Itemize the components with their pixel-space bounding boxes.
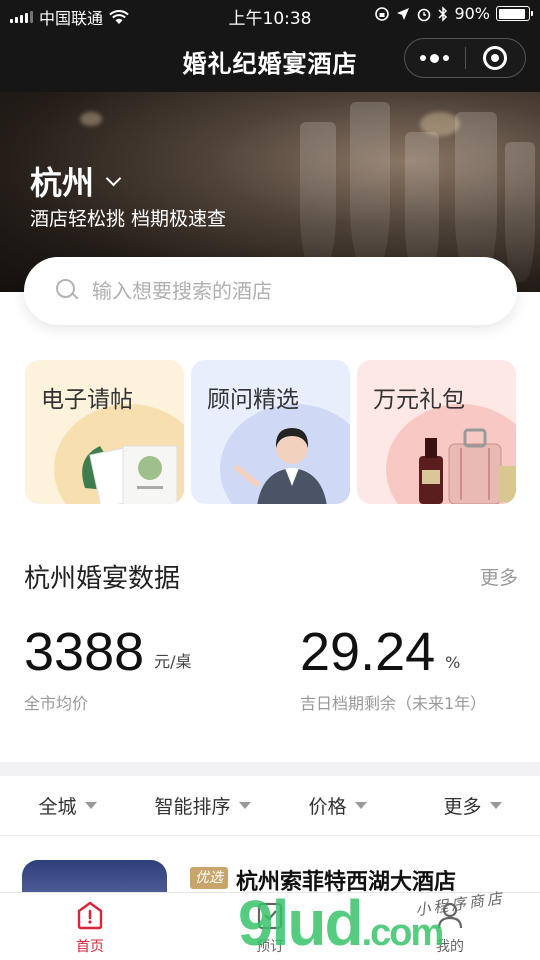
card-consultant[interactable]: 顾问精选 — [191, 360, 350, 504]
watermark-logo: 9lud.com — [238, 887, 444, 959]
invitation-cards-illustration — [82, 445, 178, 504]
filter-area[interactable]: 全城 — [0, 776, 135, 835]
location-icon — [397, 7, 410, 20]
filter-label: 更多 — [443, 796, 482, 818]
feature-cards: 电子请帖 顾问精选 万元礼包 — [25, 360, 516, 504]
more-dots-icon — [420, 53, 450, 63]
city-selector[interactable]: 杭州 — [30, 158, 122, 204]
section-divider — [0, 762, 540, 776]
search-input[interactable] — [92, 279, 472, 303]
consultant-illustration — [234, 428, 327, 504]
tab-home[interactable]: 首页 — [0, 893, 180, 960]
featured-badge: 优选 — [190, 867, 228, 889]
filter-price[interactable]: 价格 — [270, 776, 405, 835]
filter-sort[interactable]: 智能排序 — [135, 776, 270, 835]
hotel-thumbnail — [22, 860, 167, 896]
more-menu-button[interactable] — [405, 39, 465, 77]
stat-remaining-dates: 29.24 % 吉日档期剩余（未来1年） — [300, 622, 486, 714]
stat-value: 3388 — [24, 622, 145, 682]
mini-program-capsule — [404, 38, 526, 78]
search-icon — [56, 279, 80, 303]
search-box[interactable] — [24, 257, 517, 325]
status-bar: 中国联通 上午10:38 90% — [0, 0, 540, 30]
card-e-invitation[interactable]: 电子请帖 — [25, 360, 184, 504]
alarm-icon — [418, 8, 431, 21]
home-icon — [77, 901, 103, 929]
stat-unit: % — [445, 653, 461, 672]
filter-more[interactable]: 更多 — [405, 776, 540, 835]
lock-rotation-icon — [375, 6, 390, 21]
gift-suitcase-illustration — [419, 428, 516, 504]
close-mini-program-button[interactable] — [466, 39, 526, 77]
nav-bar: 婚礼纪婚宴酒店 — [0, 30, 540, 92]
filter-label: 智能排序 — [154, 796, 231, 818]
stats-more-link[interactable]: 更多 — [480, 563, 518, 590]
caret-down-icon — [238, 802, 251, 809]
battery-percent: 90% — [454, 4, 490, 23]
chevron-down-icon — [105, 170, 122, 186]
tab-label: 首页 — [76, 938, 104, 955]
filter-bar: 全城 智能排序 价格 更多 — [0, 776, 540, 836]
card-label: 万元礼包 — [373, 387, 465, 413]
card-label: 顾问精选 — [207, 387, 299, 413]
stat-caption: 全市均价 — [24, 694, 89, 713]
card-gift-package[interactable]: 万元礼包 — [357, 360, 516, 504]
stat-unit: 元/桌 — [154, 652, 192, 671]
stats-header: 杭州婚宴数据 更多 — [24, 558, 518, 595]
target-icon — [483, 46, 508, 70]
stat-average-price: 3388 元/桌 全市均价 — [24, 622, 192, 714]
battery-icon — [496, 6, 533, 21]
city-name: 杭州 — [30, 164, 95, 202]
stat-caption: 吉日档期剩余（未来1年） — [300, 694, 487, 713]
card-label: 电子请帖 — [41, 387, 133, 413]
hero-tagline: 酒店轻松挑 档期极速查 — [30, 208, 227, 230]
caret-down-icon — [489, 802, 502, 809]
caret-down-icon — [354, 802, 367, 809]
filter-label: 全城 — [38, 796, 77, 818]
bluetooth-icon — [438, 5, 448, 22]
filter-label: 价格 — [308, 796, 347, 818]
stats-title: 杭州婚宴数据 — [24, 564, 181, 594]
stat-value: 29.24 — [300, 622, 436, 682]
caret-down-icon — [84, 802, 97, 809]
